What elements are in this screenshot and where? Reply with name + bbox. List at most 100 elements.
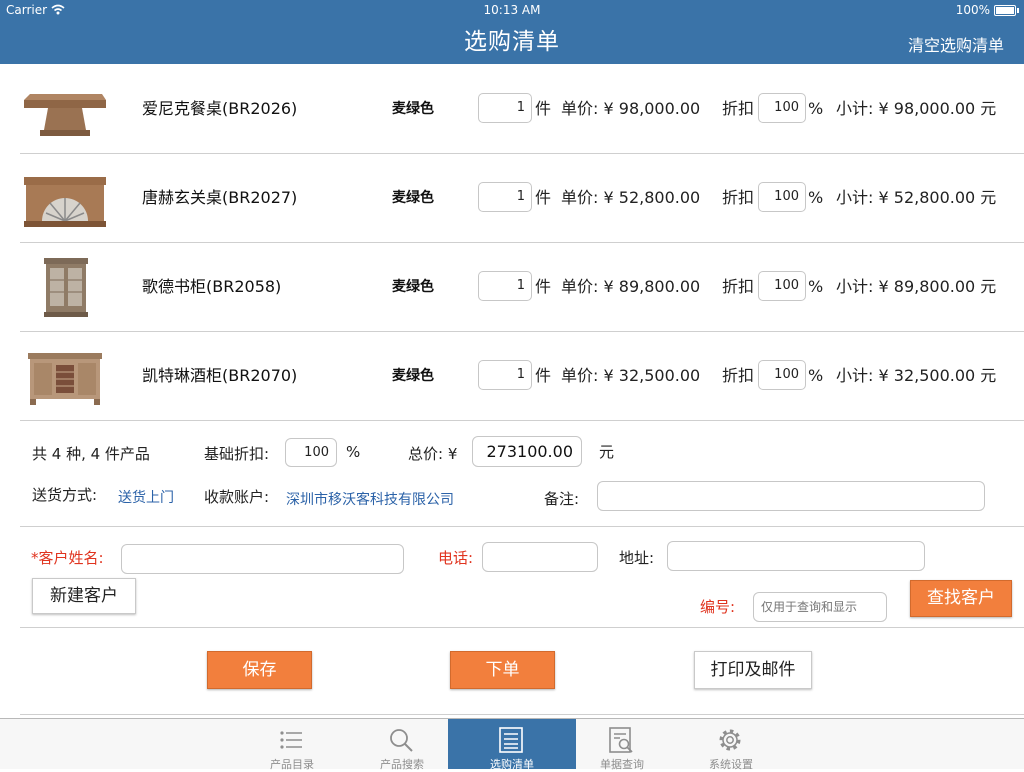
item-count-text: 共 4 种, 4 件产品 bbox=[32, 445, 150, 463]
product-name: 爱尼克餐桌(BR2026) bbox=[142, 99, 298, 118]
unit-price-value: ¥ 98,000.00 bbox=[603, 99, 701, 118]
percent-label: % bbox=[808, 99, 824, 118]
base-discount-percent: % bbox=[346, 443, 361, 461]
status-battery-text: 100% bbox=[955, 3, 990, 17]
code-label: 编号: bbox=[700, 598, 736, 616]
subtotal-value: ¥ 32,500.00 元 bbox=[878, 366, 997, 385]
document-icon bbox=[499, 727, 523, 753]
unit-price: 单价: ¥ 32,500.00 bbox=[561, 331, 700, 420]
tab-label: 产品目录 bbox=[270, 758, 314, 771]
find-customer-button[interactable]: 查找客户 bbox=[910, 580, 1012, 617]
base-discount-label: 基础折扣: bbox=[204, 445, 270, 463]
unit-label: 件 bbox=[535, 366, 552, 385]
product-color: 麦绿色 bbox=[392, 368, 434, 384]
unit-label: 件 bbox=[535, 188, 552, 207]
subtotal-label: 小计: bbox=[836, 188, 874, 207]
discount-input[interactable]: 100 bbox=[758, 182, 806, 212]
product-name: 凯特琳酒柜(BR2070) bbox=[142, 366, 298, 385]
subtotal-label: 小计: bbox=[836, 366, 874, 385]
divider bbox=[20, 627, 1024, 628]
unit-label: 件 bbox=[535, 277, 552, 296]
product-color: 麦绿色 bbox=[392, 101, 434, 117]
print-email-button[interactable]: 打印及邮件 bbox=[694, 651, 812, 689]
account-label: 收款账户: bbox=[204, 488, 270, 506]
discount-label: 折扣 bbox=[722, 99, 755, 118]
document-search-icon bbox=[609, 727, 633, 753]
tab-bar: 产品目录 产品搜索 选购清单 单据查询 系统设置 bbox=[0, 718, 1024, 771]
product-image-dining-table bbox=[24, 94, 106, 136]
new-customer-button[interactable]: 新建客户 bbox=[32, 578, 136, 614]
address-input[interactable] bbox=[667, 541, 925, 571]
unit-price: 单价: ¥ 89,800.00 bbox=[561, 242, 700, 331]
address-label: 地址: bbox=[619, 549, 655, 567]
tab-system-settings[interactable]: 系统设置 bbox=[675, 719, 787, 771]
product-image-console-table bbox=[24, 177, 106, 227]
tab-product-search[interactable]: 产品搜索 bbox=[346, 719, 458, 771]
percent-label: % bbox=[808, 188, 824, 207]
subtotal: 小计: ¥ 89,800.00 元 bbox=[836, 242, 996, 331]
unit-price-label: 单价: bbox=[561, 366, 599, 385]
percent-label: % bbox=[808, 277, 824, 296]
list-item: 唐赫玄关桌(BR2027) 麦绿色 1 件 单价: ¥ 52,800.00 折扣… bbox=[20, 153, 1024, 243]
quantity-input[interactable]: 1 bbox=[478, 360, 532, 390]
unit-price-label: 单价: bbox=[561, 277, 599, 296]
divider bbox=[20, 526, 1024, 527]
place-order-button[interactable]: 下单 bbox=[450, 651, 555, 689]
quantity-input[interactable]: 1 bbox=[478, 182, 532, 212]
save-button[interactable]: 保存 bbox=[207, 651, 312, 689]
subtotal: 小计: ¥ 52,800.00 元 bbox=[836, 153, 996, 242]
account-link[interactable]: 深圳市移沃客科技有限公司 bbox=[286, 489, 454, 509]
customer-name-label: *客户姓名: bbox=[31, 549, 104, 567]
search-icon bbox=[390, 729, 413, 752]
unit-price-label: 单价: bbox=[561, 188, 599, 207]
customer-code-input[interactable] bbox=[753, 592, 887, 622]
total-price-field: 273100.00 bbox=[472, 436, 582, 467]
unit-label: 件 bbox=[535, 99, 552, 118]
base-discount-input[interactable]: 100 bbox=[285, 438, 337, 467]
subtotal-label: 小计: bbox=[836, 277, 874, 296]
discount-label: 折扣 bbox=[722, 188, 755, 207]
clear-list-button[interactable]: 清空选购清单 bbox=[908, 32, 1004, 56]
phone-label: 电话: bbox=[438, 549, 474, 567]
delivery-label: 送货方式: bbox=[32, 486, 98, 504]
page-title: 选购清单 bbox=[464, 29, 560, 55]
subtotal: 小计: ¥ 32,500.00 元 bbox=[836, 331, 996, 420]
tab-label: 单据查询 bbox=[600, 758, 644, 771]
remark-input[interactable] bbox=[597, 481, 985, 511]
remark-label: 备注: bbox=[544, 490, 580, 508]
discount-input[interactable]: 100 bbox=[758, 271, 806, 301]
phone-input[interactable] bbox=[482, 542, 598, 572]
delivery-method-link[interactable]: 送货上门 bbox=[118, 487, 174, 507]
subtotal: 小计: ¥ 98,000.00 元 bbox=[836, 64, 996, 153]
product-name: 歌德书柜(BR2058) bbox=[142, 277, 282, 296]
unit-price-value: ¥ 89,800.00 bbox=[603, 277, 701, 296]
customer-name-input[interactable] bbox=[121, 544, 404, 574]
tab-shopping-list[interactable]: 选购清单 bbox=[448, 719, 576, 771]
quantity-input[interactable]: 1 bbox=[478, 93, 532, 123]
product-image-bookcase bbox=[44, 258, 88, 317]
discount-label: 折扣 bbox=[722, 366, 755, 385]
quantity-input[interactable]: 1 bbox=[478, 271, 532, 301]
divider bbox=[20, 714, 1024, 715]
product-color: 麦绿色 bbox=[392, 190, 434, 206]
subtotal-value: ¥ 52,800.00 元 bbox=[878, 188, 997, 207]
discount-input[interactable]: 100 bbox=[758, 360, 806, 390]
product-name: 唐赫玄关桌(BR2027) bbox=[142, 188, 298, 207]
unit-price: 单价: ¥ 98,000.00 bbox=[561, 64, 700, 153]
subtotal-value: ¥ 89,800.00 元 bbox=[878, 277, 997, 296]
navigation-bar: Carrier 10:13 AM 100% 选购清单 清空选购清单 bbox=[0, 0, 1024, 64]
tab-product-catalog[interactable]: 产品目录 bbox=[236, 719, 348, 771]
tab-order-query[interactable]: 单据查询 bbox=[566, 719, 678, 771]
unit-price-label: 单价: bbox=[561, 99, 599, 118]
unit-price-value: ¥ 32,500.00 bbox=[603, 366, 701, 385]
total-unit: 元 bbox=[599, 443, 615, 461]
percent-label: % bbox=[808, 366, 824, 385]
product-color: 麦绿色 bbox=[392, 279, 434, 295]
unit-price-value: ¥ 52,800.00 bbox=[603, 188, 701, 207]
list-item: 爱尼克餐桌(BR2026) 麦绿色 1 件 单价: ¥ 98,000.00 折扣… bbox=[20, 64, 1024, 154]
subtotal-value: ¥ 98,000.00 元 bbox=[878, 99, 997, 118]
status-time: 10:13 AM bbox=[483, 3, 541, 17]
discount-input[interactable]: 100 bbox=[758, 93, 806, 123]
tab-label: 产品搜索 bbox=[380, 758, 424, 771]
unit-price: 单价: ¥ 52,800.00 bbox=[561, 153, 700, 242]
